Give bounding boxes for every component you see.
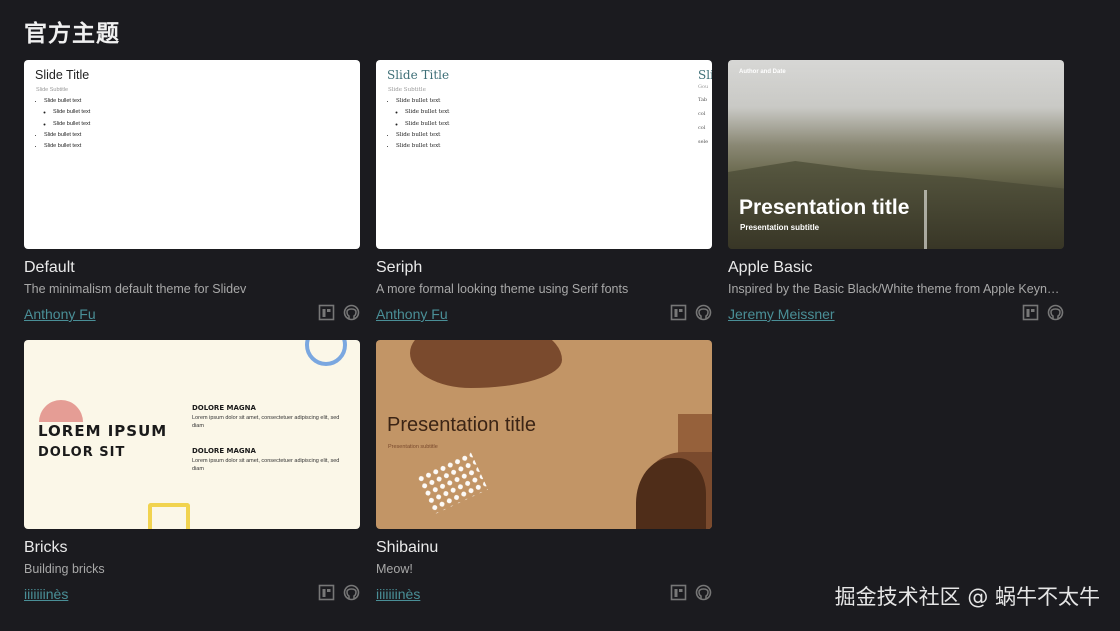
yellow-brick-shape: [148, 503, 190, 529]
preview-bullet: Slide bullet text: [44, 96, 90, 107]
theme-preview-default[interactable]: Slide Title Slide Subtitle Slide bullet …: [24, 60, 360, 249]
pink-semicircle-shape: [39, 400, 83, 422]
preview-heading-line2: DOLOR SIT: [38, 445, 126, 460]
theme-description: Building bricks: [24, 562, 105, 576]
layout-preview-icon[interactable]: [1022, 304, 1039, 321]
layout-preview-icon[interactable]: [670, 304, 687, 321]
theme-card-apple-basic: Author and Date Presentation title Prese…: [728, 60, 1064, 324]
preview-bullet: Slide bullet text: [44, 130, 90, 141]
preview-bullet: Slide bullet text: [405, 107, 449, 118]
preview-bullet: Slide bullet text: [396, 141, 449, 152]
section-title: DOLORE MAGNA: [192, 404, 256, 412]
theme-author-link[interactable]: Anthony Fu: [24, 306, 96, 322]
preview-bullet: Slide bullet text: [44, 141, 90, 152]
preview-title: Presentation title: [387, 414, 536, 436]
github-icon[interactable]: [695, 304, 712, 321]
preview-title: Presentation title: [739, 196, 910, 219]
preview-bullet: Slide bullet text: [396, 96, 449, 107]
theme-preview-apple-basic[interactable]: Author and Date Presentation title Prese…: [728, 60, 1064, 249]
github-icon[interactable]: [343, 304, 360, 321]
theme-description: A more formal looking theme using Serif …: [376, 282, 629, 296]
preview-section: DOLORE MAGNA Lorem ipsum dolor sit amet,…: [192, 447, 352, 473]
waterfall-image: [924, 190, 927, 249]
theme-preview-seriph[interactable]: Slide Title Slide Subtitle Slide bullet …: [376, 60, 712, 249]
edge-title: Sli: [698, 68, 712, 82]
section-text: Lorem ipsum dolor sit amet, consectetuer…: [192, 458, 340, 472]
layout-preview-icon[interactable]: [670, 584, 687, 601]
theme-preview-bricks[interactable]: LOREM IPSUM DOLOR SIT DOLORE MAGNA Lorem…: [24, 340, 360, 529]
layout-preview-icon[interactable]: [318, 584, 335, 601]
edge-line: col: [698, 125, 706, 131]
edge-line: col: [698, 111, 706, 117]
preview-slide-title: Slide Title: [35, 68, 90, 82]
preview-bullets: Slide bullet text Slide bullet text Slid…: [384, 96, 449, 152]
preview-bullet: Slide bullet text: [53, 119, 90, 130]
brown-blob-shape: [410, 340, 562, 388]
preview-bullet: Slide bullet text: [405, 119, 449, 130]
section-title: DOLORE MAGNA: [192, 447, 256, 455]
theme-author-link[interactable]: iiiiiiinès: [376, 586, 420, 602]
layout-preview-icon[interactable]: [318, 304, 335, 321]
theme-title: Shibainu: [376, 539, 439, 556]
theme-author-link[interactable]: Anthony Fu: [376, 306, 448, 322]
preview-section: DOLORE MAGNA Lorem ipsum dolor sit amet,…: [192, 404, 352, 430]
preview-slide-subtitle: Slide Subtitle: [388, 87, 426, 93]
preview-author-date: Author and Date: [739, 69, 786, 75]
edge-line: Tab: [698, 97, 708, 103]
page-title: 官方主题: [24, 21, 120, 47]
edge-line: sele: [698, 139, 709, 145]
watermark: 掘金技术社区 @ 蜗牛不太牛: [834, 585, 1100, 609]
theme-description: Inspired by the Basic Black/White theme …: [728, 282, 1064, 296]
edge-subtitle: Gou: [698, 84, 709, 90]
theme-author-link[interactable]: Jeremy Meissner: [728, 306, 835, 322]
preview-bullets: Slide bullet text Slide bullet text Slid…: [32, 96, 90, 152]
landscape-image: [728, 161, 1064, 249]
preview-bullet: Slide bullet text: [396, 130, 449, 141]
theme-description: The minimalism default theme for Slidev: [24, 282, 247, 296]
github-icon[interactable]: [695, 584, 712, 601]
theme-card-seriph: Slide Title Slide Subtitle Slide bullet …: [376, 60, 712, 324]
section-text: Lorem ipsum dolor sit amet, consectetuer…: [192, 415, 340, 429]
theme-preview-shibainu[interactable]: Presentation title Presentation subtitle: [376, 340, 712, 529]
theme-author-link[interactable]: iiiiiiinès: [24, 586, 68, 602]
preview-heading-line1: LOREM IPSUM: [38, 422, 168, 440]
preview-slide-subtitle: Slide Subtitle: [36, 87, 69, 93]
theme-title: Default: [24, 259, 75, 276]
theme-description: Meow!: [376, 562, 413, 576]
preview-subtitle: Presentation subtitle: [388, 444, 438, 450]
github-icon[interactable]: [343, 584, 360, 601]
dot-pattern-shape: [415, 451, 489, 515]
preview-slide-title: Slide Title: [387, 68, 450, 82]
theme-title: Seriph: [376, 259, 423, 276]
blue-ring-shape: [305, 340, 347, 366]
theme-title: Apple Basic: [728, 259, 813, 276]
preview-bullet: Slide bullet text: [53, 107, 90, 118]
preview-subtitle: Presentation subtitle: [740, 223, 820, 232]
github-icon[interactable]: [1047, 304, 1064, 321]
dark-blob-shape: [636, 458, 706, 529]
preview-next-slide-edge: Sli Gou Tab col col sele: [698, 68, 712, 145]
theme-title: Bricks: [24, 539, 68, 556]
theme-card-shibainu: Presentation title Presentation subtitle…: [376, 340, 712, 604]
theme-card-default: Slide Title Slide Subtitle Slide bullet …: [24, 60, 360, 324]
theme-card-bricks: LOREM IPSUM DOLOR SIT DOLORE MAGNA Lorem…: [24, 340, 360, 604]
